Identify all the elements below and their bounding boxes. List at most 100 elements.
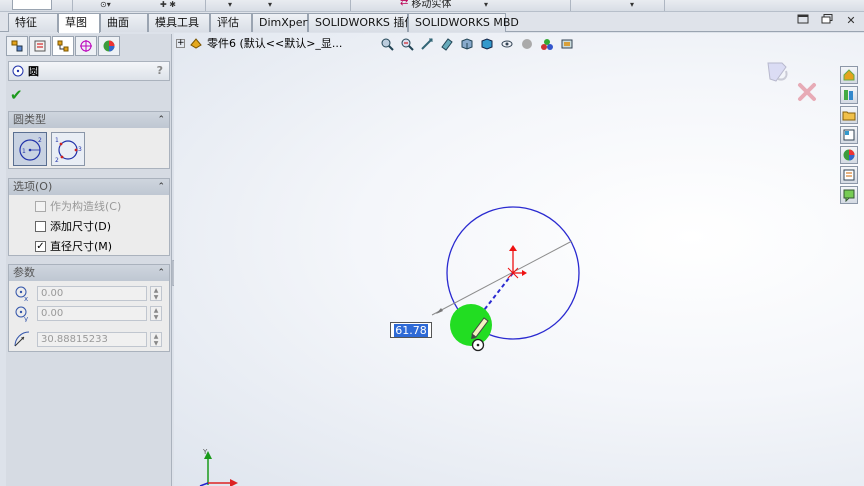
property-manager-header: 圆 ? xyxy=(8,61,170,81)
tab-label: 特征 xyxy=(15,16,37,29)
diameter-dimension-label: 直径尺寸(M) xyxy=(50,240,113,253)
toolbar-point-icon[interactable]: ✚ ✱ xyxy=(160,0,176,10)
triad-y-label: Y xyxy=(202,448,208,456)
tab-label: 草图 xyxy=(65,16,87,29)
circle-tool-icon xyxy=(12,65,24,77)
dimension-value-box[interactable]: 61.78 xyxy=(390,322,432,338)
dimxpert-manager-icon[interactable] xyxy=(75,36,97,56)
window-controls: ✕ xyxy=(794,14,860,28)
toolbar-separator xyxy=(350,0,351,11)
reference-triad: Y xyxy=(199,448,238,486)
toolbar-separator xyxy=(570,0,571,11)
toolbar-combo-1[interactable] xyxy=(12,0,52,10)
feature-manager-icon[interactable] xyxy=(6,36,28,56)
tab-label: 曲面 xyxy=(107,16,129,29)
close-icon[interactable]: ✕ xyxy=(842,14,860,28)
configuration-manager-icon[interactable] xyxy=(52,36,74,56)
collapse-icon[interactable]: ⌃ xyxy=(157,179,165,195)
group-title: 参数 xyxy=(13,266,35,279)
tab-evaluate[interactable]: 评估 xyxy=(210,13,252,32)
toolbar-separator xyxy=(664,0,665,11)
property-manager-icon[interactable] xyxy=(29,36,51,56)
svg-text:1: 1 xyxy=(55,137,59,144)
circle-type-group: 圆类型 ⌃ 1 2 1 3 2 xyxy=(8,111,170,169)
chevron-down-icon[interactable]: ▾ xyxy=(484,0,488,10)
radius-input[interactable]: 30.88815233 xyxy=(37,332,147,347)
tab-label: SOLIDWORKS 插件 xyxy=(315,16,416,29)
svg-text:x: x xyxy=(24,295,28,302)
diameter-dimension-option[interactable]: ✓ 直径尺寸(M) xyxy=(35,238,112,254)
center-circle-button[interactable]: 1 2 xyxy=(13,132,47,166)
group-header[interactable]: 选项(O) ⌃ xyxy=(9,179,169,195)
tab-mold-tools[interactable]: 模具工具 xyxy=(148,13,210,32)
tab-label: SOLIDWORKS MBD xyxy=(415,16,519,29)
tab-surfaces[interactable]: 曲面 xyxy=(100,13,148,32)
center-x-spinner[interactable]: ▲ ▼ xyxy=(150,286,162,301)
tab-sketch[interactable]: 草图 xyxy=(58,13,100,33)
radius-spinner[interactable]: ▲ ▼ xyxy=(150,332,162,347)
group-title: 圆类型 xyxy=(13,113,46,126)
maximize-icon[interactable] xyxy=(818,14,836,28)
sketch-canvas: Y xyxy=(199,206,580,486)
manager-tab-row xyxy=(6,36,120,56)
ok-check-icon[interactable]: ✔ xyxy=(10,86,23,104)
chevron-down-icon[interactable]: ▾ xyxy=(228,0,232,10)
construction-checkbox xyxy=(35,200,46,212)
radius-icon xyxy=(14,331,30,347)
tab-label: DimXpert xyxy=(259,16,312,29)
dimension-arrow-icon xyxy=(436,308,443,314)
collapse-icon[interactable]: ⌃ xyxy=(157,112,165,128)
add-dimension-option[interactable]: 添加尺寸(D) xyxy=(35,218,111,234)
construction-label: 作为构造线(C) xyxy=(50,200,122,213)
tab-solidworks-mbd[interactable]: SOLIDWORKS MBD xyxy=(408,13,519,32)
cursor-highlight xyxy=(450,304,492,346)
add-dimension-label: 添加尺寸(D) xyxy=(50,220,112,233)
svg-text:3: 3 xyxy=(78,146,82,153)
group-header[interactable]: 参数 ⌃ xyxy=(9,265,169,281)
center-circle-icon: 1 2 xyxy=(19,137,42,161)
svg-text:1: 1 xyxy=(22,148,26,155)
circle-cursor-icon xyxy=(471,338,485,352)
dimension-line xyxy=(431,240,573,316)
perimeter-circle-button[interactable]: 1 3 2 xyxy=(51,132,85,166)
toolbar-separator xyxy=(205,0,206,11)
tab-features[interactable]: 特征 xyxy=(8,13,58,32)
group-header[interactable]: 圆类型 ⌃ xyxy=(9,112,169,128)
restore-icon[interactable] xyxy=(794,14,812,28)
chevron-down-icon[interactable]: ▾ xyxy=(630,0,634,10)
help-icon[interactable]: ? xyxy=(157,64,163,77)
diameter-dimension-checkbox[interactable]: ✓ xyxy=(35,240,46,252)
construction-option: 作为构造线(C) xyxy=(35,198,121,214)
display-manager-icon[interactable] xyxy=(98,36,120,56)
graphics-area[interactable]: + 零件6 (默认<<默认>_显... Y 61.78 xyxy=(174,33,864,486)
center-y-input[interactable]: 0.00 xyxy=(37,306,147,321)
perimeter-circle-icon: 1 3 2 xyxy=(55,137,82,164)
svg-text:2: 2 xyxy=(55,157,59,164)
chevron-down-icon[interactable]: ▾ xyxy=(268,0,272,10)
toolbar-tools-icon[interactable]: ⊙▾ xyxy=(100,0,111,10)
command-manager-tabs: 特征 草图 曲面 模具工具 评估 DimXpert SOLIDWORKS 插件 … xyxy=(0,12,864,33)
move-entity-icon: ⇄ xyxy=(400,0,409,8)
dimension-value[interactable]: 61.78 xyxy=(394,323,428,337)
add-dimension-checkbox[interactable] xyxy=(35,220,46,232)
tab-label: 评估 xyxy=(217,16,239,29)
center-y-spinner[interactable]: ▲ ▼ xyxy=(150,306,162,321)
center-x-row: x xyxy=(13,283,31,303)
options-group: 选项(O) ⌃ 作为构造线(C) 添加尺寸(D) ✓ 直径尺寸(M) xyxy=(8,178,170,256)
tab-dimxpert[interactable]: DimXpert xyxy=(252,13,312,32)
top-toolbar-strip: ⊙▾ ✚ ✱ ▾ ▾ ⇄ 移动实体 ▾ ▾ xyxy=(0,0,864,12)
move-entity-button[interactable]: ⇄ 移动实体 xyxy=(396,0,455,10)
property-manager-panel: 圆 ? ✔ 圆类型 ⌃ 1 2 1 3 2 选项(O) ⌃ 作为构造线(C) 添… xyxy=(6,34,172,486)
radius-row xyxy=(13,329,31,349)
page-title: 圆 xyxy=(28,65,39,78)
move-entity-label: 移动实体 xyxy=(411,0,452,10)
collapse-icon[interactable]: ⌃ xyxy=(157,265,165,281)
tab-solidworks-addins[interactable]: SOLIDWORKS 插件 xyxy=(308,13,415,32)
svg-text:2: 2 xyxy=(38,137,42,144)
group-title: 选项(O) xyxy=(13,180,53,193)
tab-label: 模具工具 xyxy=(155,16,199,29)
center-y-row: y xyxy=(13,303,31,323)
toolbar-separator xyxy=(72,0,73,11)
center-x-input[interactable]: 0.00 xyxy=(37,286,147,301)
parameters-group: 参数 ⌃ x 0.00 ▲ ▼ y 0.00 ▲ ▼ 30.88815233 ▲ ▼ xyxy=(8,264,170,352)
